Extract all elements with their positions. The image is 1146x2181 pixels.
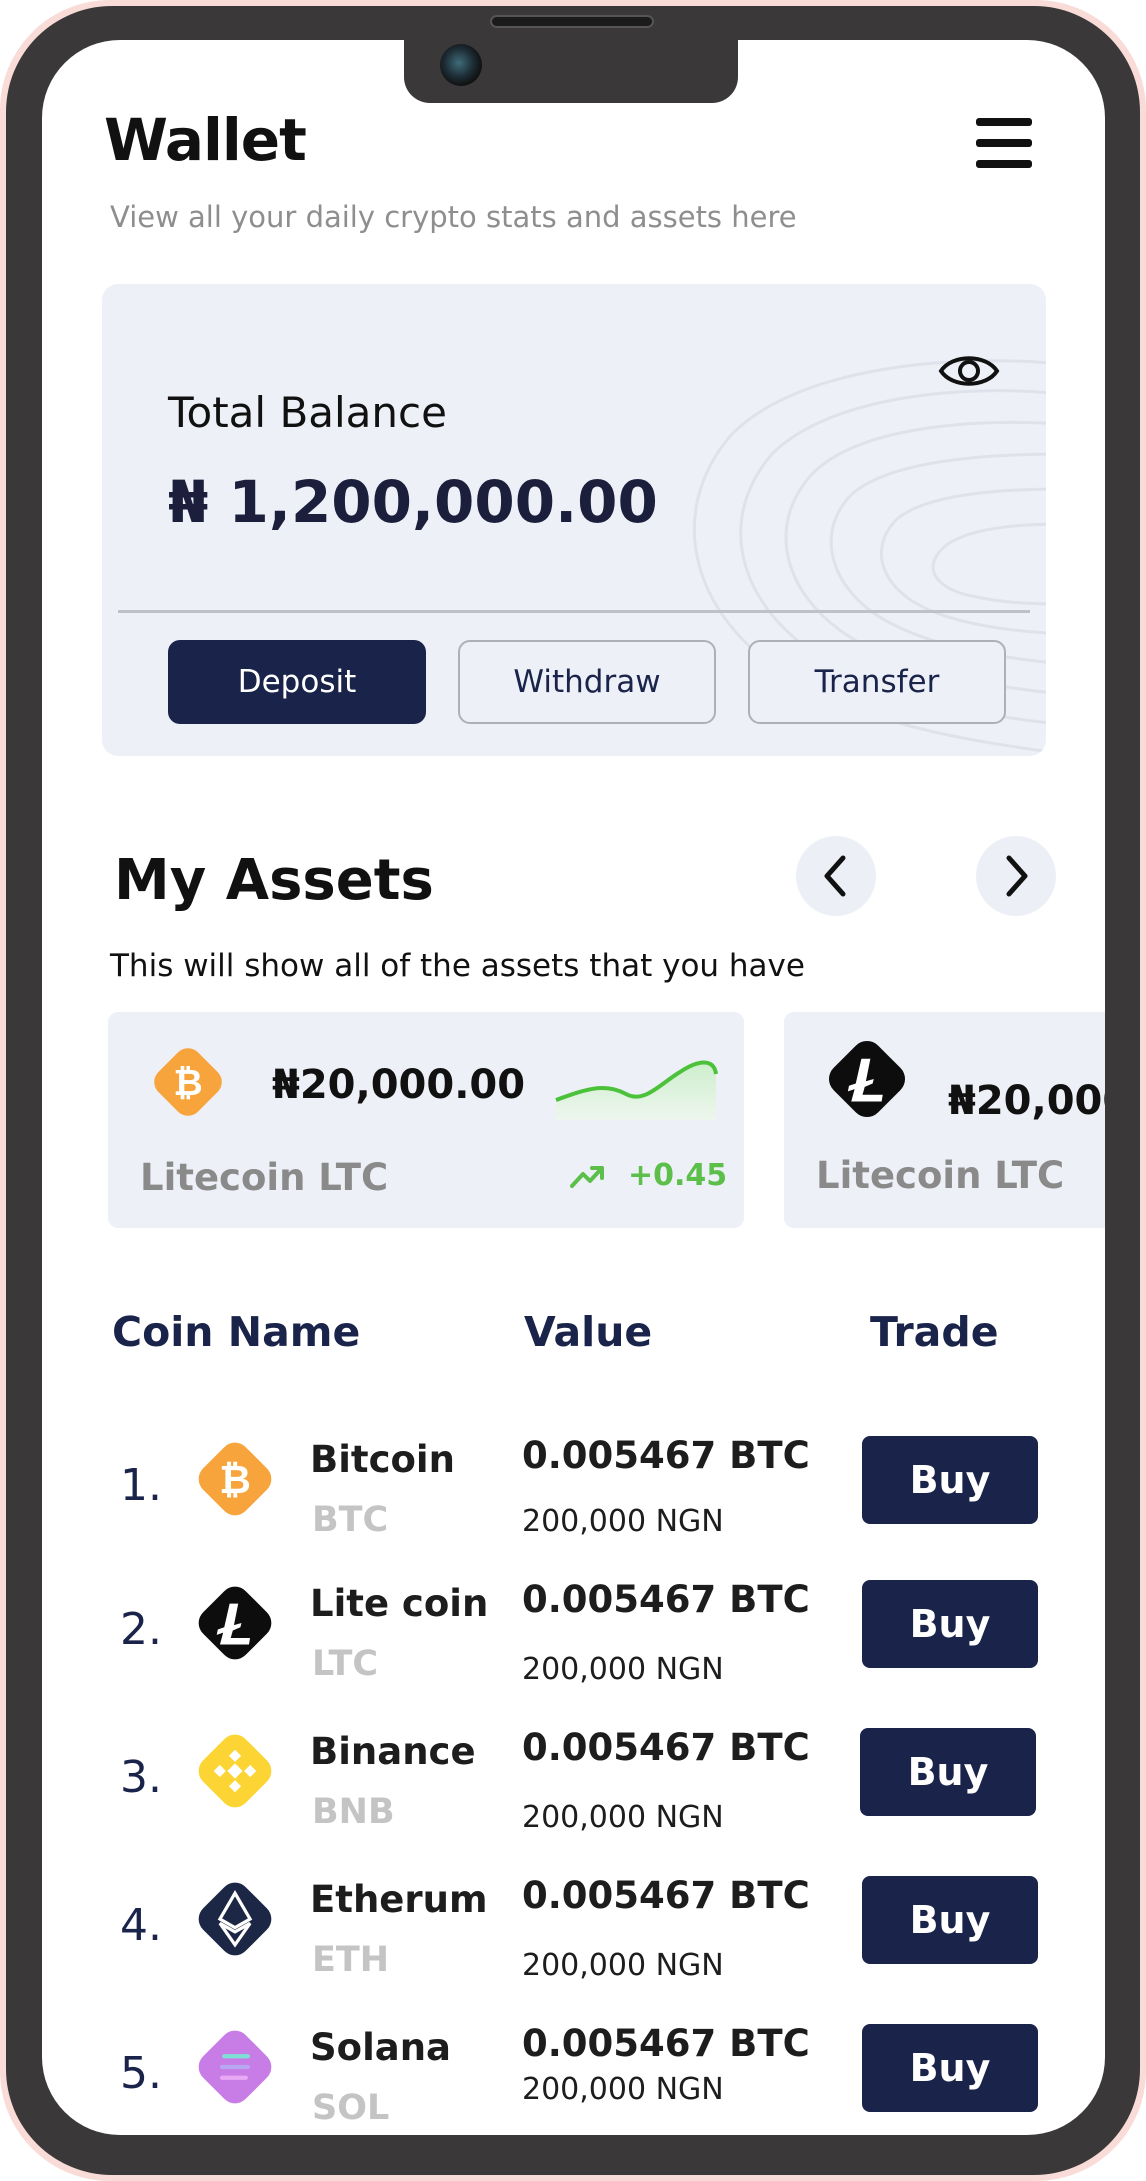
asset-amount: ₦20,000 (948, 1078, 1105, 1124)
row-index: 1. (120, 1460, 162, 1511)
coin-name: Binance (310, 1730, 476, 1773)
assets-subtitle: This will show all of the assets that yo… (110, 948, 805, 984)
page-subtitle: View all your daily crypto stats and ass… (110, 200, 797, 234)
chevron-right-icon (1006, 855, 1028, 897)
ethereum-icon (198, 1882, 272, 1956)
buy-button[interactable]: Buy (860, 1728, 1036, 1816)
coin-ngn-value: 200,000 NGN (522, 2072, 724, 2107)
previous-button[interactable] (796, 836, 876, 916)
buy-button[interactable]: Buy (862, 1436, 1038, 1524)
trending-up-icon (570, 1166, 604, 1188)
coin-name-header: Coin Name (112, 1308, 361, 1356)
coin-name: Lite coin (310, 1582, 489, 1625)
coin-ngn-value: 200,000 NGN (522, 1504, 724, 1539)
coin-symbol: BNB (312, 1792, 395, 1832)
solana-icon (198, 2030, 272, 2104)
deposit-button[interactable]: Deposit (168, 640, 426, 724)
bitcoin-icon: ₿ (154, 1048, 222, 1116)
asset-amount: ₦20,000.00 (272, 1062, 526, 1108)
camera-icon (440, 44, 482, 86)
phone-screen: Wallet View all your daily crypto stats … (42, 40, 1105, 2135)
coin-btc-value: 0.005467 BTC (522, 1434, 810, 1477)
chevron-left-icon (824, 855, 846, 897)
coin-ngn-value: 200,000 NGN (522, 1948, 724, 1983)
eye-icon[interactable] (938, 346, 1000, 396)
row-index: 4. (120, 1900, 162, 1951)
coin-btc-value: 0.005467 BTC (522, 1726, 810, 1769)
coin-ngn-value: 200,000 NGN (522, 1652, 724, 1687)
coin-btc-value: 0.005467 BTC (522, 1874, 810, 1917)
buy-button[interactable]: Buy (862, 1876, 1038, 1964)
balance-value: ₦ 1,200,000.00 (168, 468, 658, 536)
card-divider (118, 610, 1030, 613)
asset-name: Litecoin LTC (816, 1154, 1065, 1197)
coin-symbol: LTC (312, 1644, 379, 1684)
coin-name: Solana (310, 2026, 452, 2069)
buy-button[interactable]: Buy (862, 2024, 1038, 2112)
row-index: 3. (120, 1752, 162, 1803)
coin-ngn-value: 200,000 NGN (522, 1800, 724, 1835)
row-index: 2. (120, 1604, 162, 1655)
withdraw-button[interactable]: Withdraw (458, 640, 716, 724)
speaker-grille (490, 15, 654, 28)
svg-text:₿: ₿ (219, 1458, 251, 1503)
buy-button[interactable]: Buy (862, 1580, 1038, 1668)
balance-card: Total Balance ₦ 1,200,000.00 Deposit Wit… (102, 284, 1046, 756)
coin-symbol: SOL (312, 2088, 390, 2128)
svg-text:₿: ₿ (173, 1063, 202, 1104)
transfer-button[interactable]: Transfer (748, 640, 1006, 724)
balance-label: Total Balance (168, 388, 447, 437)
asset-card[interactable]: ₿ ₦20,000.00 Litecoin LTC +0.45 (108, 1012, 744, 1228)
coin-btc-value: 0.005467 BTC (522, 1578, 810, 1621)
litecoin-icon (198, 1586, 272, 1660)
coin-symbol: ETH (312, 1940, 390, 1980)
asset-change: +0.45 (628, 1158, 728, 1193)
binance-icon (198, 1734, 272, 1808)
asset-card[interactable]: ₦20,000 Litecoin LTC (784, 1012, 1105, 1228)
hamburger-menu-icon[interactable] (976, 118, 1032, 168)
coin-name: Bitcoin (310, 1438, 455, 1481)
coin-name: Etherum (310, 1878, 488, 1921)
asset-name: Litecoin LTC (140, 1156, 389, 1199)
sparkline-chart (555, 1060, 718, 1120)
next-button[interactable] (976, 836, 1056, 916)
bitcoin-icon: ₿ (198, 1442, 272, 1516)
coin-symbol: BTC (312, 1500, 389, 1540)
page-title: Wallet (104, 106, 307, 174)
coin-btc-value: 0.005467 BTC (522, 2022, 810, 2065)
assets-title: My Assets (114, 848, 434, 913)
litecoin-icon (828, 1040, 906, 1118)
value-header: Value (524, 1308, 653, 1356)
trade-header: Trade (870, 1308, 999, 1356)
row-index: 5. (120, 2048, 162, 2099)
